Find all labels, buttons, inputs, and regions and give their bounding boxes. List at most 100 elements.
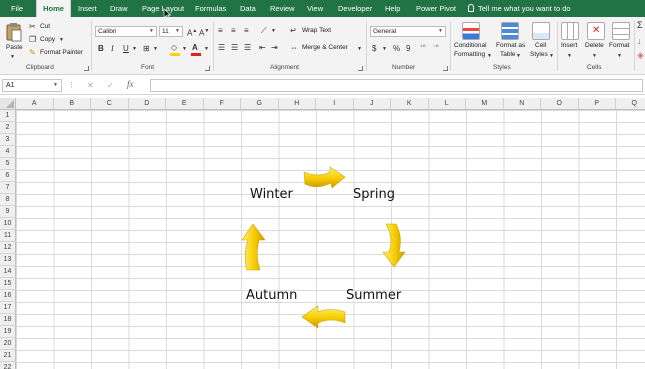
- font-name-select[interactable]: Calibri ▼: [95, 26, 157, 37]
- row-header[interactable]: 22: [0, 362, 16, 369]
- column-header[interactable]: P: [578, 98, 616, 110]
- column-header[interactable]: F: [203, 98, 241, 110]
- row-header[interactable]: 2: [0, 122, 16, 134]
- column-header[interactable]: Q: [616, 98, 645, 110]
- tab-insert[interactable]: Insert: [78, 0, 97, 17]
- paste-icon[interactable]: [6, 22, 22, 42]
- clear-icon[interactable]: ◈: [637, 51, 644, 60]
- orientation-dropdown-icon[interactable]: ▼: [271, 27, 276, 36]
- delete-cells-button[interactable]: Delete: [585, 42, 604, 49]
- row-header[interactable]: 4: [0, 146, 16, 158]
- italic-button[interactable]: I: [111, 44, 114, 53]
- format-cells-dropdown-icon[interactable]: ▼: [617, 52, 622, 61]
- merge-center-button[interactable]: Merge & Center: [302, 44, 348, 51]
- cell-styles-icon[interactable]: [532, 22, 550, 40]
- comma-style-button[interactable]: 9: [406, 44, 410, 53]
- select-all-button[interactable]: [0, 98, 16, 110]
- row-header[interactable]: 20: [0, 338, 16, 350]
- row-header[interactable]: 9: [0, 206, 16, 218]
- tab-data[interactable]: Data: [240, 0, 256, 17]
- column-header[interactable]: A: [16, 98, 54, 110]
- tab-file[interactable]: File: [11, 0, 23, 17]
- paste-button[interactable]: Paste: [6, 44, 23, 51]
- conditional-formatting-icon[interactable]: [462, 22, 480, 40]
- wrap-text-button[interactable]: Wrap Text: [302, 27, 331, 34]
- column-header[interactable]: G: [241, 98, 279, 110]
- insert-cells-icon[interactable]: [561, 22, 579, 40]
- tab-draw[interactable]: Draw: [110, 0, 128, 17]
- row-header[interactable]: 10: [0, 218, 16, 230]
- accounting-format-button[interactable]: $: [372, 44, 376, 53]
- name-box[interactable]: A1 ▼: [2, 79, 62, 92]
- format-as-table-label-2[interactable]: Table: [500, 51, 516, 58]
- increase-indent-icon[interactable]: ⇥: [271, 43, 278, 52]
- column-header[interactable]: H: [278, 98, 316, 110]
- fill-icon[interactable]: ↓: [637, 37, 642, 46]
- format-cells-button[interactable]: Format: [609, 42, 630, 49]
- row-header[interactable]: 5: [0, 158, 16, 170]
- borders-icon[interactable]: ⊞: [143, 44, 150, 53]
- tab-help[interactable]: Help: [385, 0, 400, 17]
- tab-home[interactable]: Home: [36, 0, 71, 17]
- conditional-formatting-dropdown-icon[interactable]: ▼: [487, 52, 492, 61]
- column-header[interactable]: E: [166, 98, 204, 110]
- increase-font-icon[interactable]: A▲: [187, 27, 197, 38]
- align-center-icon[interactable]: ☰: [231, 43, 238, 52]
- tab-view[interactable]: View: [307, 0, 323, 17]
- format-as-table-dropdown-icon[interactable]: ▼: [516, 52, 521, 61]
- column-header[interactable]: K: [391, 98, 429, 110]
- tab-developer[interactable]: Developer: [338, 0, 372, 17]
- column-header[interactable]: N: [503, 98, 541, 110]
- row-header[interactable]: 11: [0, 230, 16, 242]
- row-header[interactable]: 14: [0, 266, 16, 278]
- row-header[interactable]: 6: [0, 170, 16, 182]
- tab-power-pivot[interactable]: Power Pivot: [416, 0, 456, 17]
- column-header[interactable]: B: [53, 98, 91, 110]
- number-format-select[interactable]: General ▼: [370, 26, 446, 37]
- row-header[interactable]: 3: [0, 134, 16, 146]
- fill-color-icon[interactable]: ◇: [171, 43, 177, 52]
- font-color-dropdown-icon[interactable]: ▼: [204, 45, 209, 54]
- align-right-icon[interactable]: ☰: [244, 43, 251, 52]
- copy-button[interactable]: Copy: [40, 36, 55, 43]
- column-header[interactable]: D: [128, 98, 166, 110]
- column-header[interactable]: I: [316, 98, 354, 110]
- font-launcher-icon[interactable]: [205, 66, 210, 71]
- underline-button[interactable]: U: [123, 44, 129, 53]
- formula-bar-resize-icon[interactable]: ⋮: [68, 81, 75, 90]
- copy-dropdown-icon[interactable]: ▼: [59, 36, 64, 45]
- align-bottom-icon[interactable]: ≡: [244, 26, 249, 35]
- align-top-icon[interactable]: ≡: [218, 26, 223, 35]
- font-size-select[interactable]: 11 ▼: [159, 26, 183, 37]
- format-cells-icon[interactable]: [612, 22, 630, 40]
- format-painter-button[interactable]: Format Painter: [40, 49, 83, 56]
- autosum-icon[interactable]: Σ: [637, 21, 643, 30]
- alignment-launcher-icon[interactable]: [358, 66, 363, 71]
- row-header[interactable]: 8: [0, 194, 16, 206]
- font-color-icon[interactable]: A: [192, 43, 198, 52]
- row-header[interactable]: 19: [0, 326, 16, 338]
- orientation-icon[interactable]: ⟋: [261, 26, 267, 35]
- row-header[interactable]: 21: [0, 350, 16, 362]
- clipboard-launcher-icon[interactable]: [84, 66, 89, 71]
- decrease-decimal-icon[interactable]: ⁻⁰: [433, 44, 439, 53]
- borders-dropdown-icon[interactable]: ▼: [153, 45, 158, 54]
- conditional-formatting-label-1[interactable]: Conditional: [454, 42, 487, 49]
- decrease-font-icon[interactable]: A▼: [199, 27, 209, 38]
- row-header[interactable]: 18: [0, 314, 16, 326]
- insert-cells-button[interactable]: Insert: [561, 42, 577, 49]
- row-header[interactable]: 13: [0, 254, 16, 266]
- format-as-table-icon[interactable]: [501, 22, 519, 40]
- column-header[interactable]: C: [91, 98, 129, 110]
- tab-review[interactable]: Review: [270, 0, 295, 17]
- paste-dropdown-icon[interactable]: ▼: [10, 53, 15, 62]
- format-as-table-label-1[interactable]: Format as: [496, 42, 525, 49]
- row-header[interactable]: 15: [0, 278, 16, 290]
- row-header[interactable]: 7: [0, 182, 16, 194]
- delete-cells-icon[interactable]: ✕: [587, 22, 605, 40]
- merge-center-dropdown-icon[interactable]: ▼: [357, 45, 362, 54]
- column-header[interactable]: J: [353, 98, 391, 110]
- underline-dropdown-icon[interactable]: ▼: [132, 45, 137, 54]
- column-header[interactable]: L: [428, 98, 466, 110]
- decrease-indent-icon[interactable]: ⇤: [259, 43, 266, 52]
